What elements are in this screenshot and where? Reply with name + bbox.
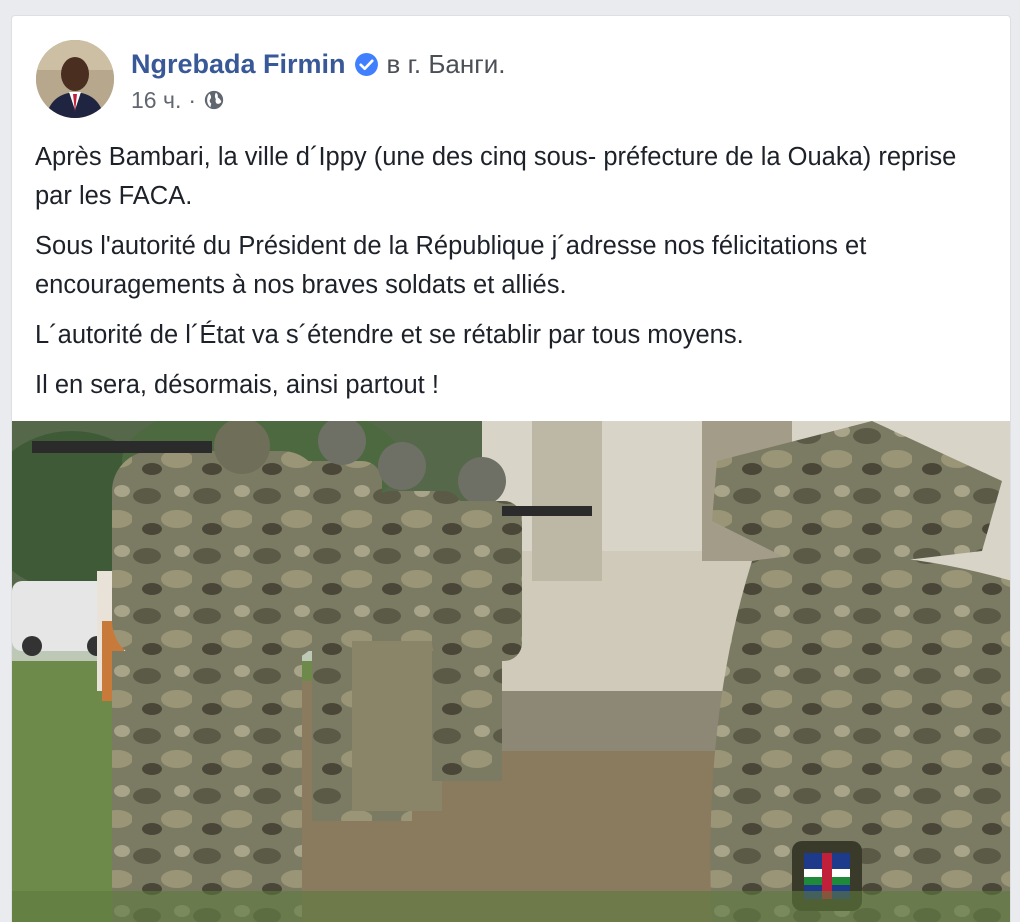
post-text: Après Bambari, la ville d´Ippy (une des … <box>35 138 995 416</box>
author-line: Ngrebada Firmin в г. Банги. <box>131 46 505 82</box>
post-paragraph: Il en sera, désormais, ainsi partout ! <box>35 371 439 399</box>
author-name[interactable]: Ngrebada Firmin <box>131 49 346 80</box>
post-paragraph: L´autorité de l´État va s´étendre et se … <box>35 321 744 349</box>
post-meta: 16 ч. · <box>131 85 225 115</box>
post-photo[interactable] <box>12 421 1010 922</box>
verified-badge-icon <box>354 52 379 77</box>
globe-icon[interactable] <box>203 89 225 111</box>
post-timestamp[interactable]: 16 ч. <box>131 87 181 114</box>
avatar[interactable] <box>36 40 114 118</box>
post-paragraph: Après Bambari, la ville d´Ippy (une des … <box>35 143 957 210</box>
post-card: Ngrebada Firmin в г. Банги. 16 ч. · Aprè… <box>11 15 1011 922</box>
post-location[interactable]: в г. Банги. <box>387 49 506 80</box>
meta-separator: · <box>188 86 197 113</box>
post-paragraph: Sous l'autorité du Président de la Répub… <box>35 232 867 299</box>
